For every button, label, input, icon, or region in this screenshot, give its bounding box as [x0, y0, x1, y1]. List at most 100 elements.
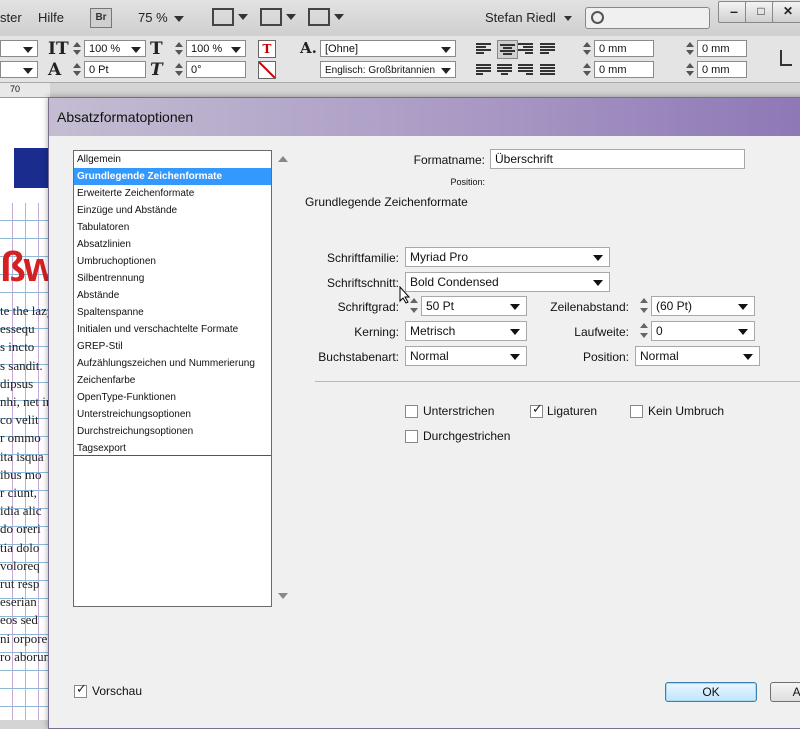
category-item[interactable]: Unterstreichungsoptionen	[74, 406, 271, 423]
panel-menu-icon[interactable]	[780, 50, 792, 66]
document-text-line: te the lazy	[0, 303, 50, 318]
position-dropdown[interactable]: Normal	[635, 346, 760, 366]
dialog-titlebar[interactable]: Absatzformatoptionen	[49, 98, 800, 136]
vorschau-checkbox[interactable]	[74, 682, 87, 698]
baseline-shift-icon: A	[48, 60, 62, 80]
document-text-line: r ciunt,	[0, 485, 37, 500]
schriftschnitt-dropdown[interactable]: Bold Condensed	[405, 272, 610, 292]
font-family-field[interactable]	[0, 40, 38, 57]
search-input[interactable]	[585, 7, 710, 29]
indent-right-field[interactable]: 0 mm	[697, 40, 747, 57]
chevron-down-icon	[441, 47, 451, 53]
category-item[interactable]: Erweiterte Zeichenformate	[74, 185, 271, 202]
view-options-icon[interactable]	[212, 8, 234, 26]
scroll-down-icon[interactable]	[278, 593, 288, 599]
justify-center-icon[interactable]	[497, 63, 512, 76]
space-after-field[interactable]: 0 mm	[697, 61, 747, 78]
schriftschnitt-value: Bold Condensed	[410, 275, 499, 289]
category-item[interactable]: Grundlegende Zeichenformate	[74, 168, 271, 185]
formatname-input[interactable]: Überschrift	[490, 149, 745, 169]
category-item[interactable]: Initialen und verschachtelte Formate	[74, 321, 271, 338]
document-text-line: ita isqua	[0, 448, 44, 464]
category-item[interactable]: Durchstreichungsoptionen	[74, 423, 271, 440]
indent-right-value: 0 mm	[702, 43, 730, 55]
indent-first-field[interactable]: 0 mm	[594, 61, 654, 78]
ligaturen-checkbox[interactable]	[530, 402, 543, 418]
kerning-dropdown[interactable]: Metrisch	[405, 321, 527, 341]
schriftfamilie-dropdown[interactable]: Myriad Pro	[405, 247, 610, 267]
justify-left-icon[interactable]	[476, 63, 491, 76]
stroke-none-icon[interactable]	[258, 61, 276, 79]
laufweite-dropdown[interactable]: 0	[651, 321, 755, 341]
vertical-scale-field[interactable]: 100 %	[84, 40, 146, 57]
baseline-shift-field[interactable]: 0 Pt	[84, 61, 146, 78]
cancel-button[interactable]: Ab	[770, 682, 800, 702]
indent-left-stepper[interactable]	[582, 40, 591, 57]
align-towards-spine-icon[interactable]	[540, 42, 555, 55]
category-item[interactable]: Absatzlinien	[74, 236, 271, 253]
document-text-line: do oreri	[0, 521, 41, 537]
character-style-dropdown[interactable]: [Ohne]	[320, 40, 456, 57]
laufweite-stepper[interactable]	[639, 321, 649, 341]
document-text-line: eos sed	[0, 612, 38, 628]
category-item[interactable]: Silbentrennung	[74, 270, 271, 287]
space-after-stepper[interactable]	[685, 61, 694, 78]
indent-right-stepper[interactable]	[685, 40, 694, 57]
scroll-up-icon[interactable]	[278, 156, 288, 162]
justify-all-icon[interactable]	[540, 63, 555, 76]
close-window-button[interactable]: ✕	[772, 1, 800, 23]
kerning-value: Metrisch	[410, 324, 456, 338]
category-list[interactable]: Allgemein Grundlegende Zeichenformate Erwe…	[73, 150, 272, 607]
baseline-stepper[interactable]	[72, 61, 81, 78]
category-item[interactable]: Abstände	[74, 287, 271, 304]
category-item[interactable]: Allgemein	[74, 151, 271, 168]
durchgestrichen-checkbox[interactable]	[405, 430, 418, 443]
category-item[interactable]: Zeichenfarbe	[74, 372, 271, 389]
category-scrollbar[interactable]	[275, 150, 291, 605]
kein-umbruch-checkbox[interactable]	[630, 405, 643, 418]
category-item[interactable]: Umbruchoptionen	[74, 253, 271, 270]
skew-field[interactable]: 0°	[186, 61, 246, 78]
zoom-value: 75 %	[138, 10, 168, 25]
horiz-scale-stepper[interactable]	[174, 40, 183, 57]
menu-item-fenster[interactable]: ster	[0, 10, 22, 25]
vert-scale-stepper[interactable]	[72, 40, 81, 57]
document-text-line: idia alic	[0, 503, 42, 519]
skew-stepper[interactable]	[174, 61, 183, 78]
justify-right-icon[interactable]	[518, 63, 533, 76]
category-item[interactable]: Spaltenspanne	[74, 304, 271, 321]
category-item[interactable]: OpenType-Funktionen	[74, 389, 271, 406]
indent-first-stepper[interactable]	[582, 61, 591, 78]
zeilenabstand-dropdown[interactable]: (60 Pt)	[651, 296, 755, 316]
align-left-icon[interactable]	[476, 42, 491, 55]
indent-left-field[interactable]: 0 mm	[594, 40, 654, 57]
screen-mode-icon[interactable]	[260, 8, 282, 26]
language-dropdown[interactable]: Englisch: Großbritannien	[320, 61, 456, 78]
document-text-line: nhi, net in	[0, 394, 50, 409]
buchstabenart-label: Buchstabenart:	[318, 350, 399, 364]
chevron-down-icon	[173, 15, 184, 22]
category-item[interactable]: GREP-Stil	[74, 338, 271, 355]
buchstabenart-dropdown[interactable]: Normal	[405, 346, 527, 366]
formatname-label: Formatname:	[413, 153, 485, 167]
ok-button[interactable]: OK	[665, 682, 757, 702]
category-item[interactable]: Aufzählungszeichen und Nummerierung	[74, 355, 271, 372]
text-fill-icon[interactable]: T	[258, 40, 276, 58]
category-item[interactable]: Tabulatoren	[74, 219, 271, 236]
kein-umbruch-label: Kein Umbruch	[648, 404, 725, 418]
horizontal-scale-field[interactable]: 100 %	[186, 40, 246, 57]
category-item[interactable]: Einzüge und Abstände	[74, 202, 271, 219]
align-right-icon[interactable]	[518, 42, 533, 55]
schriftgrad-dropdown[interactable]: 50 Pt	[421, 296, 527, 316]
font-size-field[interactable]	[0, 61, 38, 78]
bridge-button[interactable]: Br	[90, 8, 112, 28]
menu-item-hilfe[interactable]: Hilfe	[38, 10, 64, 25]
arrange-documents-icon[interactable]	[308, 8, 330, 26]
align-center-icon[interactable]	[497, 40, 518, 59]
buchstabenart-value: Normal	[410, 349, 449, 363]
blue-header-shape	[14, 148, 50, 188]
zoom-dropdown[interactable]: 75 %	[138, 10, 184, 25]
user-menu[interactable]: Stefan Riedl	[485, 10, 572, 25]
zeilenabstand-stepper[interactable]	[639, 296, 649, 316]
unterstrichen-checkbox[interactable]	[405, 405, 418, 418]
